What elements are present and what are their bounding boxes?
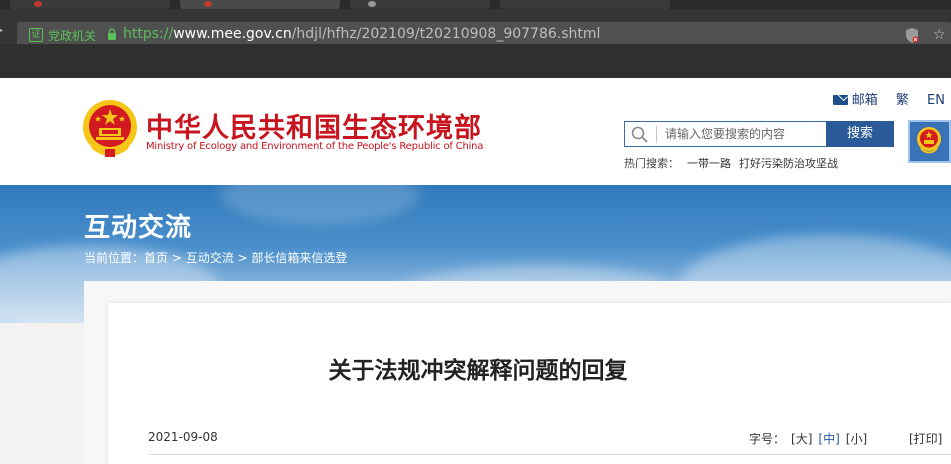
search-box bbox=[624, 121, 827, 147]
tab-favicon-icon bbox=[204, 1, 212, 7]
banner-cloud bbox=[220, 185, 420, 225]
font-size-medium[interactable]: [中] bbox=[818, 432, 839, 446]
breadcrumb-separator: > bbox=[233, 251, 252, 265]
font-size-large[interactable]: [大] bbox=[791, 432, 812, 446]
hot-search: 热门搜索： 一带一路 打好污染防治攻坚战 bbox=[624, 155, 838, 171]
certificate-icon[interactable]: 证 bbox=[29, 28, 43, 42]
browser-toolbar: ▸ 证 党政机关 https://www.mee.gov.cn/hdjl/hfh… bbox=[0, 9, 951, 49]
browser-tabstrip bbox=[0, 0, 951, 9]
url-protocol: https:// bbox=[123, 26, 174, 42]
mail-link[interactable]: 邮箱 bbox=[832, 93, 878, 108]
font-size-small[interactable]: [小] bbox=[846, 432, 867, 446]
mail-icon bbox=[832, 95, 848, 105]
url-path: /hdjl/hfhz/202109/t20210908_907786.shtml bbox=[291, 26, 601, 42]
english-link[interactable]: EN bbox=[927, 93, 945, 108]
article-card: 关于法规冲突解释问题的回复 2021-09-08 字号： [大] [中] [小] [打… bbox=[108, 303, 951, 464]
browser-tab-active[interactable] bbox=[180, 0, 340, 9]
hot-search-item[interactable]: 打好污染防治攻坚战 bbox=[739, 157, 838, 170]
url-text[interactable]: https://www.mee.gov.cn/hdjl/hfhz/202109/… bbox=[123, 26, 600, 42]
font-size-label: 字号： bbox=[749, 432, 786, 446]
breadcrumb-separator: > bbox=[168, 251, 186, 265]
lock-icon[interactable] bbox=[108, 28, 116, 40]
browser-tab[interactable] bbox=[500, 0, 670, 9]
breadcrumb-item-interaction[interactable]: 互动交流 bbox=[186, 251, 234, 265]
site-header: 中华人民共和国生态环境部 Ministry of Ecology and Env… bbox=[0, 78, 951, 185]
site-title-en[interactable]: Ministry of Ecology and Environment of t… bbox=[146, 141, 483, 152]
site-title-cn[interactable]: 中华人民共和国生态环境部 bbox=[146, 106, 482, 145]
forward-arrow-icon[interactable]: ▸ bbox=[0, 26, 3, 36]
meta-divider bbox=[148, 454, 951, 455]
url-host: www.mee.gov.cn bbox=[173, 26, 292, 42]
search-input[interactable] bbox=[665, 125, 825, 143]
breadcrumb: 当前位置：首页 > 互动交流 > 部长信箱来信选登 bbox=[84, 249, 347, 266]
font-size-control: 字号： [大] [中] [小] bbox=[749, 430, 867, 447]
article-title: 关于法规冲突解释问题的回复 bbox=[328, 358, 628, 384]
national-emblem-icon[interactable] bbox=[82, 99, 138, 159]
article-date: 2021-09-08 bbox=[148, 430, 218, 444]
browser-tab[interactable] bbox=[10, 0, 170, 9]
hot-search-item[interactable]: 一带一路 bbox=[687, 157, 731, 170]
search-button[interactable]: 搜索 bbox=[826, 121, 894, 147]
site-type-tag: 党政机关 bbox=[48, 29, 97, 43]
print-link[interactable]: [打印] bbox=[909, 430, 942, 447]
section-title: 互动交流 bbox=[84, 213, 193, 243]
shield-extension-icon[interactable] bbox=[905, 28, 919, 43]
breadcrumb-prefix: 当前位置： bbox=[84, 251, 145, 265]
browser-tab[interactable] bbox=[350, 0, 490, 9]
bookmarks-bar bbox=[0, 44, 951, 78]
search-icon bbox=[631, 126, 648, 143]
traditional-chinese-link[interactable]: 繁 bbox=[896, 93, 909, 108]
search-divider bbox=[656, 126, 657, 143]
national-emblem-icon bbox=[917, 127, 941, 154]
top-links: 邮箱 繁 EN bbox=[819, 89, 945, 108]
mail-label: 邮箱 bbox=[851, 93, 878, 108]
tab-favicon-icon bbox=[368, 1, 376, 7]
hot-search-label: 热门搜索： bbox=[624, 157, 679, 170]
breadcrumb-item-current[interactable]: 部长信箱来信选登 bbox=[251, 251, 347, 265]
side-emblem-badge[interactable] bbox=[908, 120, 951, 163]
breadcrumb-item-home[interactable]: 首页 bbox=[144, 251, 168, 265]
bookmark-star-icon[interactable]: ☆ bbox=[933, 27, 946, 43]
tab-favicon-icon bbox=[34, 1, 42, 7]
